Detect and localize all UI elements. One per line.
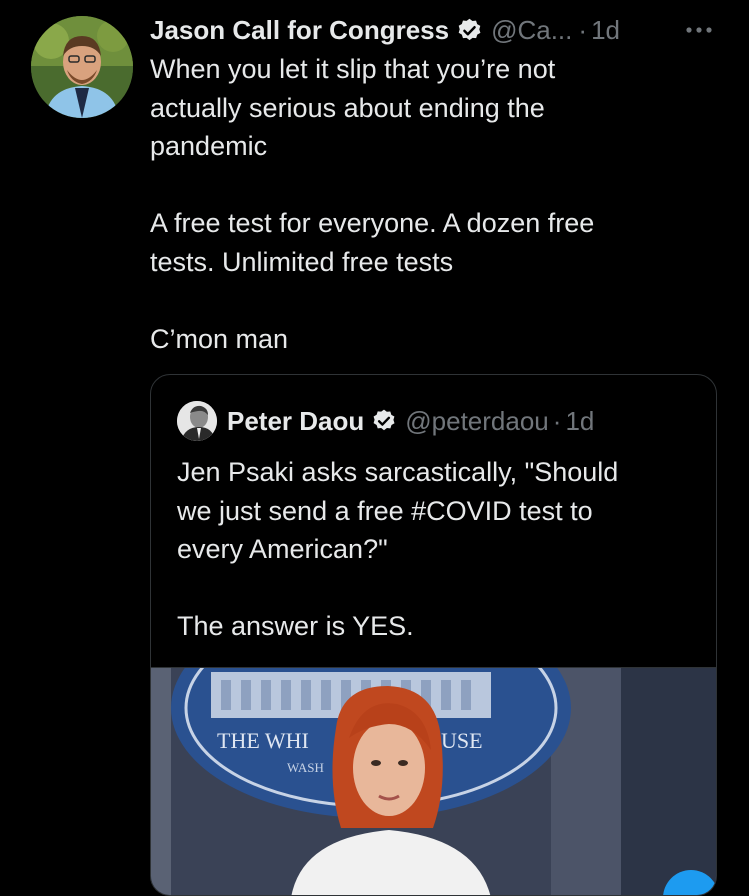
- seal-text-top: THE WHI: [217, 728, 309, 753]
- quoted-author-name: Peter Daou: [227, 405, 365, 436]
- quoted-tweet-text: Jen Psaki asks sarcastically, "Should we…: [177, 453, 697, 646]
- tweet-text-line: actually serious about ending the: [150, 92, 545, 123]
- quoted-text-line: every American?": [177, 534, 388, 564]
- tweet-text-line: tests. Unlimited free tests: [150, 246, 454, 277]
- header-separator: ·: [578, 14, 588, 45]
- tweet-text-line: C’mon man: [150, 323, 289, 354]
- quoted-author-avatar: [177, 401, 217, 441]
- quoted-author-handle: @peterdaou: [405, 405, 549, 436]
- quoted-text-line: we just send a free #COVID test to: [177, 495, 593, 526]
- quoted-header: Peter Daou @peterdaou · 1d: [227, 403, 594, 439]
- quoted-media-image[interactable]: THE WHI USE WASH: [151, 667, 716, 895]
- quoted-header-separator: ·: [552, 405, 562, 436]
- tweet-text-line: pandemic: [150, 131, 268, 161]
- verified-badge-icon: [371, 408, 397, 434]
- seal-text-small: WASH: [287, 760, 324, 775]
- quoted-text-line: Jen Psaki asks sarcastically, "Should: [177, 457, 619, 487]
- author-name[interactable]: Jason Call for Congress: [150, 15, 449, 46]
- seal-text-right: USE: [441, 728, 483, 753]
- quoted-text-line: The answer is YES.: [177, 611, 414, 641]
- tweet-text-line: A free test for everyone. A dozen free: [150, 208, 595, 238]
- quoted-timestamp: 1d: [565, 405, 595, 436]
- quoted-tweet[interactable]: Peter Daou @peterdaou · 1d Jen Psaki ask…: [150, 374, 717, 896]
- verified-badge-icon: [456, 17, 483, 44]
- tweet-article[interactable]: Jason Call for Congress @Ca... · 1d When…: [0, 0, 749, 896]
- tweet-text: When you let it slip that you’re not act…: [150, 50, 710, 358]
- tweet-timestamp[interactable]: 1d: [591, 15, 620, 46]
- briefing-room-image: THE WHI USE WASH: [151, 668, 716, 895]
- tweet-header: Jason Call for Congress @Ca... · 1d: [150, 12, 730, 48]
- tweet-text-line: When you let it slip that you’re not: [150, 54, 556, 84]
- quoted-avatar-image: [177, 401, 217, 441]
- author-handle[interactable]: @Ca...: [491, 15, 572, 46]
- author-avatar[interactable]: [31, 16, 133, 118]
- more-horizontal-icon[interactable]: [683, 18, 715, 42]
- avatar-image: [31, 16, 133, 118]
